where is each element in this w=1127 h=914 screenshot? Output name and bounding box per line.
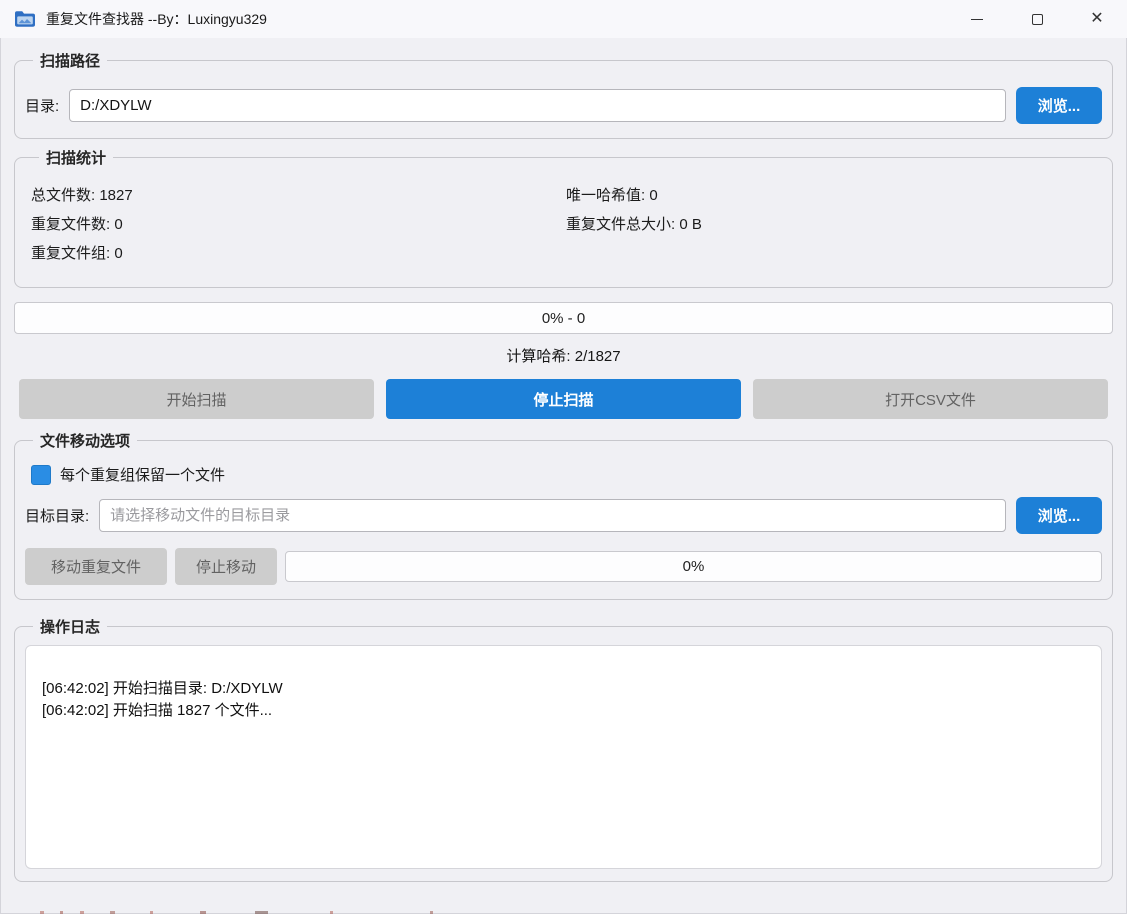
scan-path-legend: 扫描路径 bbox=[33, 50, 107, 71]
move-options-group: 文件移动选项 每个重复组保留一个文件 目标目录: 浏览... 移动重复文件 停止… bbox=[14, 430, 1113, 600]
target-dir-label: 目标目录: bbox=[25, 505, 89, 526]
stat-dup-groups: 重复文件组: 0 bbox=[31, 242, 566, 263]
close-button[interactable]: ✕ bbox=[1067, 0, 1127, 38]
log-line: [06:42:02] 开始扫描 1827 个文件... bbox=[42, 700, 1087, 722]
log-line: [06:42:02] 开始扫描目录: D:/XDYLW bbox=[42, 678, 1087, 700]
hash-status-text: 计算哈希: 2/1827 bbox=[14, 345, 1113, 366]
move-duplicates-button[interactable]: 移动重复文件 bbox=[25, 548, 167, 585]
log-legend: 操作日志 bbox=[33, 616, 107, 637]
stat-unique-hashes: 唯一哈希值: 0 bbox=[566, 184, 1102, 205]
move-options-legend: 文件移动选项 bbox=[33, 430, 137, 451]
titlebar: 重复文件查找器 --By：Luxingyu329 ✕ bbox=[0, 0, 1127, 38]
scan-browse-button[interactable]: 浏览... bbox=[1016, 87, 1102, 124]
keep-one-checkbox[interactable] bbox=[31, 465, 51, 485]
stat-total-files: 总文件数: 1827 bbox=[31, 184, 566, 205]
stat-dup-files: 重复文件数: 0 bbox=[31, 213, 566, 234]
log-textarea[interactable]: [06:42:02] 开始扫描目录: D:/XDYLW [06:42:02] 开… bbox=[25, 645, 1102, 869]
move-progressbar: 0% bbox=[285, 551, 1102, 582]
close-icon: ✕ bbox=[1090, 11, 1103, 27]
app-window: 重复文件查找器 --By：Luxingyu329 ✕ 扫描路径 目录: 浏览..… bbox=[0, 0, 1127, 914]
scan-progress-text: 0% - 0 bbox=[542, 310, 585, 327]
scan-path-group: 扫描路径 目录: 浏览... bbox=[14, 50, 1113, 139]
app-folder-icon bbox=[14, 10, 36, 28]
target-dir-input[interactable] bbox=[99, 499, 1006, 532]
scan-progressbar: 0% - 0 bbox=[14, 302, 1113, 334]
maximize-button[interactable] bbox=[1007, 0, 1067, 38]
minimize-icon bbox=[971, 19, 983, 20]
stat-dup-total-size: 重复文件总大小: 0 B bbox=[566, 213, 1102, 234]
main-content: 扫描路径 目录: 浏览... 扫描统计 总文件数: 1827 重复文件数: 0 … bbox=[0, 38, 1127, 882]
target-browse-button[interactable]: 浏览... bbox=[1016, 497, 1102, 534]
open-csv-button[interactable]: 打开CSV文件 bbox=[753, 379, 1108, 419]
scan-stats-group: 扫描统计 总文件数: 1827 重复文件数: 0 重复文件组: 0 唯一哈希值:… bbox=[14, 147, 1113, 288]
stop-move-button[interactable]: 停止移动 bbox=[175, 548, 277, 585]
scan-stats-legend: 扫描统计 bbox=[39, 147, 113, 168]
stop-scan-button[interactable]: 停止扫描 bbox=[386, 379, 741, 419]
keep-one-label: 每个重复组保留一个文件 bbox=[60, 464, 225, 485]
start-scan-button[interactable]: 开始扫描 bbox=[19, 379, 374, 419]
log-group: 操作日志 [06:42:02] 开始扫描目录: D:/XDYLW [06:42:… bbox=[14, 616, 1113, 882]
window-title: 重复文件查找器 --By：Luxingyu329 bbox=[46, 9, 267, 29]
move-progress-text: 0% bbox=[683, 558, 705, 575]
dir-label: 目录: bbox=[25, 95, 59, 116]
maximize-icon bbox=[1032, 14, 1043, 25]
scan-dir-input[interactable] bbox=[69, 89, 1006, 122]
minimize-button[interactable] bbox=[947, 0, 1007, 38]
